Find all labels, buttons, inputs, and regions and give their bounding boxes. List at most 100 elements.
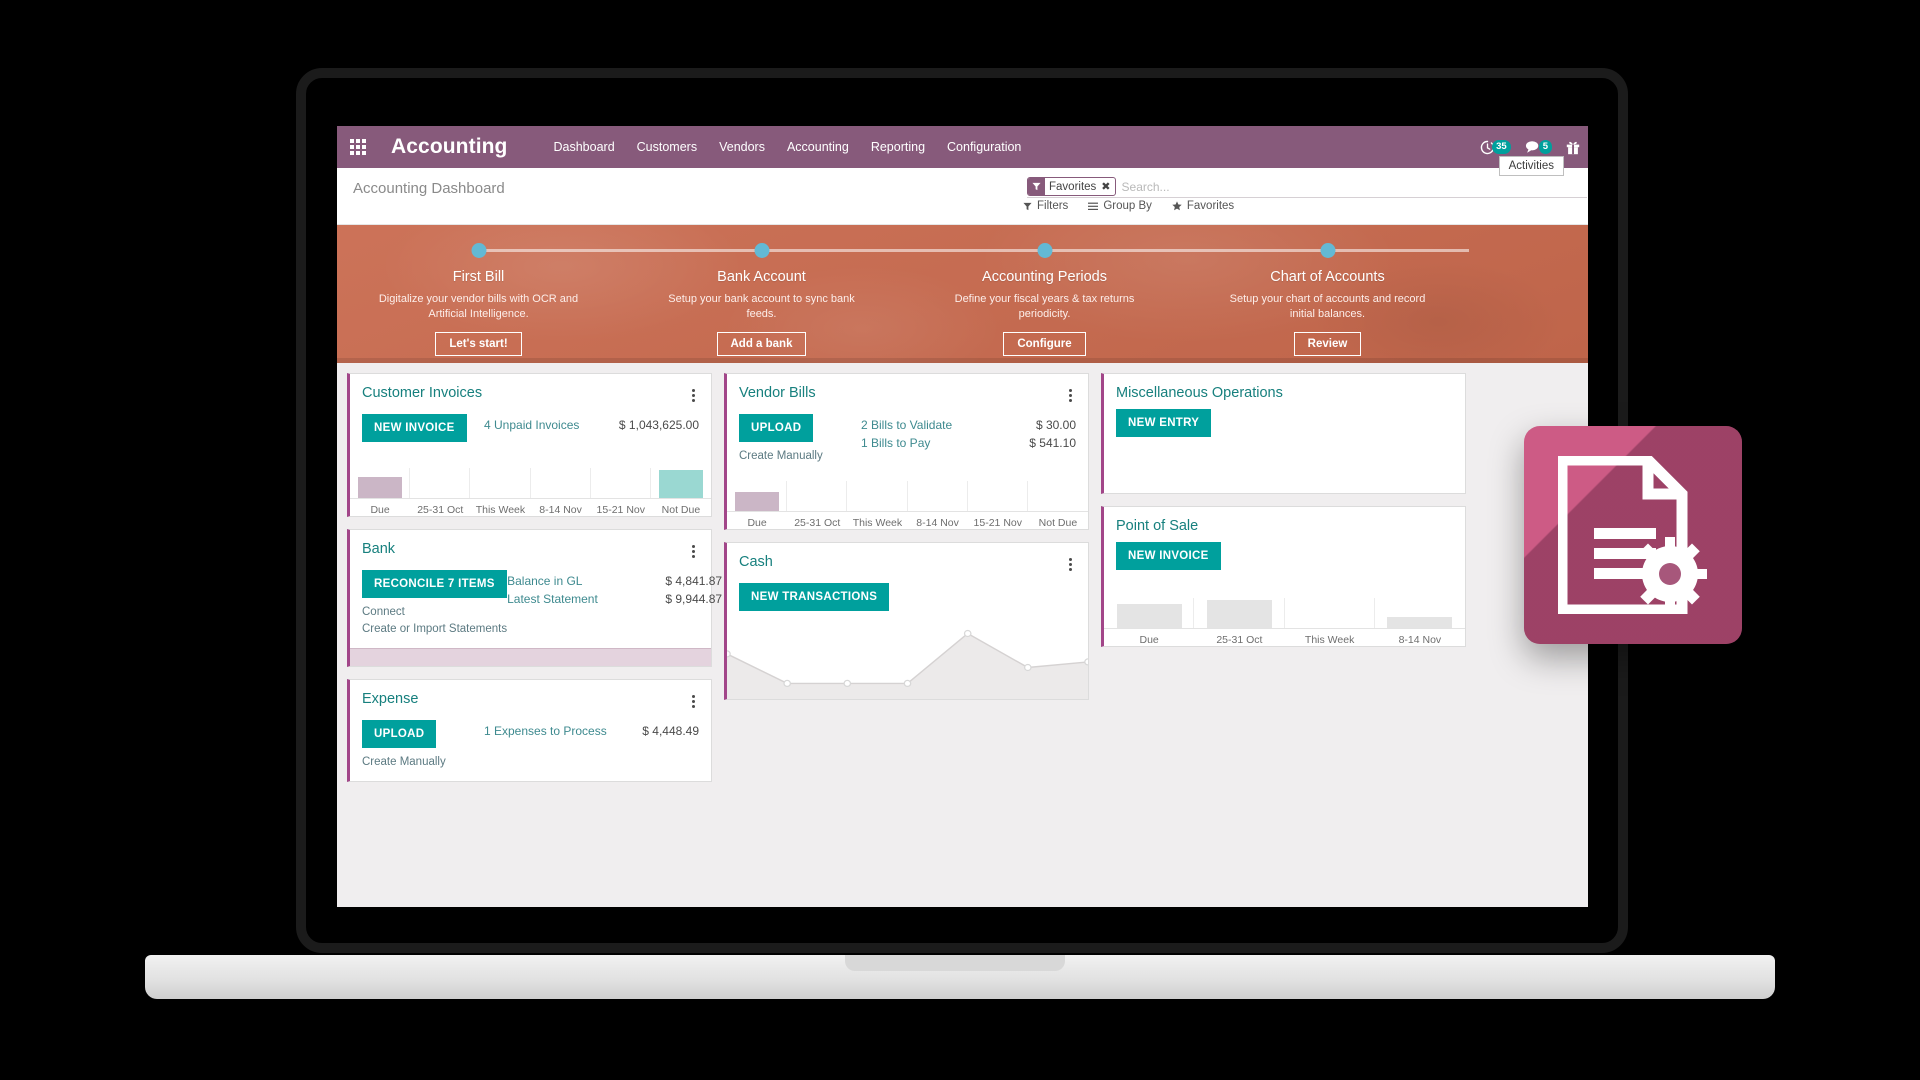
chart-bar-column[interactable]	[847, 477, 908, 511]
gift-button[interactable]	[1566, 140, 1580, 155]
chart-bar-column[interactable]	[591, 464, 652, 498]
upload-bill-button[interactable]: UPLOAD	[739, 414, 814, 442]
step-title: Bank Account	[717, 269, 806, 285]
chart-bar-column[interactable]	[1028, 477, 1088, 511]
connect-link[interactable]: Connect	[362, 604, 507, 621]
activities-button[interactable]: 35	[1480, 140, 1511, 155]
group-by-button[interactable]: Group By	[1088, 200, 1152, 212]
card-stats: 2 Bills to Validate $ 30.00 1 Bills to P…	[861, 414, 1076, 452]
funnel-icon	[1023, 202, 1032, 210]
onboarding-step-bank-account: Bank Account Setup your bank account to …	[620, 241, 903, 363]
new-invoice-button[interactable]: NEW INVOICE	[362, 414, 467, 442]
chart-bar-column[interactable]	[968, 477, 1029, 511]
chart-x-label: 8-14 Nov	[916, 517, 959, 529]
create-manually-link[interactable]: Create Manually	[739, 448, 823, 465]
app-title: Accounting	[391, 135, 508, 158]
chart-data-point[interactable]	[963, 629, 972, 638]
reconcile-items-button[interactable]: RECONCILE 7 ITEMS	[362, 570, 507, 598]
chart-bar-column[interactable]	[787, 477, 848, 511]
create-import-statements-link[interactable]: Create or Import Statements	[362, 621, 507, 638]
card-title: Expense	[362, 691, 419, 707]
step-action-button[interactable]: Add a bank	[716, 332, 807, 356]
kebab-menu-icon[interactable]	[688, 541, 699, 562]
chart-bar-column[interactable]	[531, 464, 591, 498]
chart-bar-column[interactable]	[470, 464, 531, 498]
step-title: Accounting Periods	[982, 269, 1107, 285]
apps-grid-icon[interactable]	[337, 126, 379, 168]
menu-item-customers[interactable]: Customers	[637, 140, 697, 154]
stat-label-bills-to-pay[interactable]: 1 Bills to Pay	[861, 434, 930, 452]
chart-x-label: 25-31 Oct	[417, 504, 464, 516]
card-actions-row: NEW INVOICE 4 Unpaid Invoices $ 1,043,62…	[362, 414, 699, 442]
menu-item-accounting[interactable]: Accounting	[787, 140, 849, 154]
chart-bar-column[interactable]	[1285, 594, 1376, 628]
chart-x-label: 25-31 Oct	[1216, 634, 1263, 646]
facet-remove-icon[interactable]: ✖	[1101, 180, 1110, 193]
kebab-menu-icon[interactable]	[1065, 385, 1076, 406]
upload-expense-button[interactable]: UPLOAD	[362, 720, 437, 748]
step-action-button[interactable]: Let's start!	[435, 332, 522, 356]
chart-data-point[interactable]	[1023, 663, 1032, 672]
chart-bar-column[interactable]	[1104, 594, 1195, 628]
stat-label-unpaid-invoices[interactable]: 4 Unpaid Invoices	[484, 416, 579, 434]
kebab-menu-icon[interactable]	[1065, 554, 1076, 575]
new-entry-button[interactable]: NEW ENTRY	[1116, 409, 1212, 437]
chart-data-point[interactable]	[783, 679, 792, 688]
step-action-button[interactable]: Review	[1293, 332, 1362, 356]
chart-bar-column[interactable]	[908, 477, 968, 511]
stat-label-balance-gl[interactable]: Balance in GL	[507, 572, 582, 590]
menu-item-dashboard[interactable]: Dashboard	[554, 140, 615, 154]
step-action-button[interactable]: Configure	[1003, 332, 1086, 356]
chart-bar-column[interactable]	[1375, 594, 1465, 628]
stat-value-expenses-to-process: $ 4,448.49	[642, 724, 699, 738]
step-title: Chart of Accounts	[1270, 269, 1385, 285]
chart-x-label: 15-21 Nov	[973, 517, 1022, 529]
chart-x-label: Due	[370, 504, 390, 516]
stat-label-latest-statement[interactable]: Latest Statement	[507, 590, 598, 608]
kebab-menu-icon[interactable]	[688, 385, 699, 406]
card-title: Point of Sale	[1116, 518, 1199, 534]
card-primary-action: NEW INVOICE	[362, 414, 467, 442]
chart-data-point[interactable]	[903, 679, 912, 688]
step-progress-line	[478, 249, 620, 252]
chart-x-labels: Due 25-31 Oct This Week 8-14 Nov 15-21 Nov No…	[350, 504, 711, 516]
step-description: Digitalize your vendor bills with OCR an…	[378, 293, 579, 320]
chart-bar-column[interactable]	[410, 464, 471, 498]
filter-funnel-icon	[1028, 178, 1045, 195]
chart-bar-column[interactable]	[1194, 594, 1285, 628]
new-pos-invoice-button[interactable]: NEW INVOICE	[1116, 542, 1221, 570]
messages-button[interactable]: 5	[1525, 140, 1552, 154]
chart-bar-column[interactable]	[651, 464, 711, 498]
page-title: Accounting Dashboard	[353, 180, 505, 197]
chart-bars	[1104, 594, 1465, 629]
group-by-label: Group By	[1103, 200, 1152, 212]
filters-button[interactable]: Filters	[1023, 200, 1068, 212]
chart-data-point[interactable]	[727, 650, 731, 658]
chart-bar-column[interactable]	[350, 464, 411, 498]
menu-item-reporting[interactable]: Reporting	[871, 140, 925, 154]
stat-label-expenses-to-process[interactable]: 1 Expenses to Process	[484, 722, 607, 740]
stat-label-bills-to-validate[interactable]: 2 Bills to Validate	[861, 416, 952, 434]
chart-bar-column[interactable]	[727, 477, 788, 511]
top-navbar: Accounting Dashboard Customers Vendors A…	[337, 126, 1588, 176]
menu-item-vendors[interactable]: Vendors	[719, 140, 765, 154]
search-facet-favorites[interactable]: Favorites ✖	[1027, 177, 1116, 196]
chart-data-point[interactable]	[843, 679, 852, 688]
search-input[interactable]	[1115, 179, 1587, 194]
card-title: Bank	[362, 541, 396, 557]
create-manually-link[interactable]: Create Manually	[362, 754, 446, 771]
card-title: Customer Invoices	[362, 385, 483, 401]
card-cash: Cash NEW TRANSACTIONS	[724, 542, 1089, 700]
menu-item-configuration[interactable]: Configuration	[947, 140, 1021, 154]
chart-data-point[interactable]	[1084, 658, 1088, 666]
favorites-button[interactable]: Favorites	[1172, 200, 1234, 212]
laptop-notch	[845, 955, 1065, 971]
card-header: Miscellaneous Operations	[1104, 374, 1465, 401]
chart-point-of-sale-aging: Due 25-31 Oct This Week 8-14 Nov	[1104, 594, 1465, 646]
control-panel: Accounting Dashboard Favorites ✖ Filter	[337, 168, 1588, 225]
chart-x-label: 8-14 Nov	[539, 504, 582, 516]
card-stats: 1 Expenses to Process $ 4,448.49	[484, 720, 699, 740]
card-body: NEW ENTRY	[1104, 401, 1465, 493]
kebab-menu-icon[interactable]	[688, 691, 699, 712]
new-transactions-button[interactable]: NEW TRANSACTIONS	[739, 583, 890, 611]
